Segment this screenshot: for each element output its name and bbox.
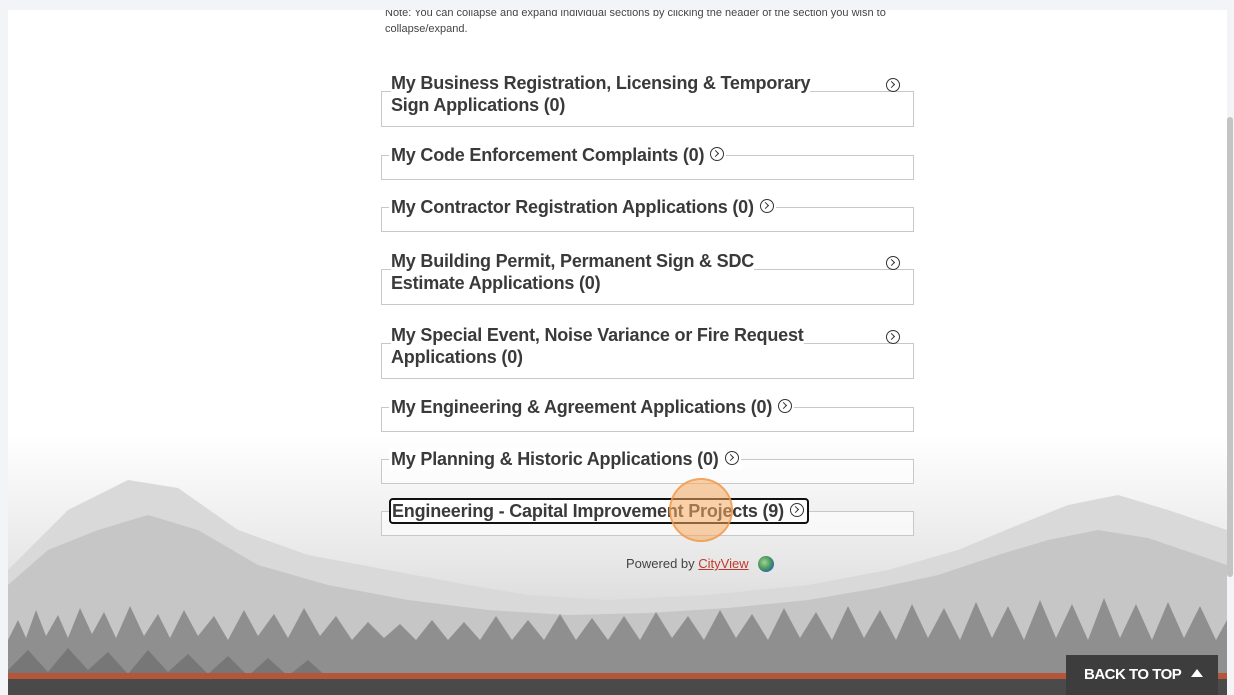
section-building-permit[interactable]: My Building Permit, Permanent Sign & SDC…	[381, 250, 914, 305]
main-content: Note: You can collapse and expand indivi…	[8, 10, 1227, 695]
section-code-enforcement[interactable]: My Code Enforcement Complaints (0)	[381, 144, 914, 180]
section-title: My Planning & Historic Applications (0)	[391, 449, 719, 469]
powered-by-label: Powered by	[626, 556, 695, 571]
section-header[interactable]: My Planning & Historic Applications (0)	[389, 448, 741, 470]
back-to-top-button[interactable]: BACK TO TOP	[1066, 655, 1218, 695]
section-header[interactable]: Engineering - Capital Improvement Projec…	[389, 498, 809, 524]
footer-bar	[8, 673, 1227, 695]
section-planning-historic[interactable]: My Planning & Historic Applications (0)	[381, 448, 914, 484]
back-to-top-label: BACK TO TOP	[1084, 666, 1182, 683]
chevron-circle-icon	[789, 503, 804, 518]
section-title: My Business Registration, Licensing & Te…	[391, 73, 811, 115]
section-title: My Code Enforcement Complaints (0)	[391, 145, 705, 165]
section-contractor-registration[interactable]: My Contractor Registration Applications …	[381, 196, 914, 232]
chevron-circle-icon	[724, 451, 739, 466]
cityview-link[interactable]: CityView	[698, 556, 748, 571]
section-title: My Building Permit, Permanent Sign & SDC…	[391, 251, 755, 293]
section-header[interactable]: My Code Enforcement Complaints (0)	[389, 144, 727, 166]
section-title: My Engineering & Agreement Applications …	[391, 397, 773, 417]
globe-icon	[758, 555, 775, 572]
chevron-circle-icon	[778, 399, 793, 414]
collapse-note: Note: You can collapse and expand indivi…	[385, 10, 886, 35]
section-capital-improvement-projects[interactable]: Engineering - Capital Improvement Projec…	[381, 498, 914, 536]
chevron-circle-icon	[710, 147, 725, 162]
click-indicator	[669, 478, 733, 542]
section-engineering-agreement[interactable]: My Engineering & Agreement Applications …	[381, 396, 914, 432]
powered-by: Powered by CityView	[626, 555, 775, 573]
arrow-up-icon	[1191, 669, 1204, 678]
section-special-event[interactable]: My Special Event, Noise Variance or Fire…	[381, 324, 914, 379]
section-title: My Special Event, Noise Variance or Fire…	[391, 325, 804, 367]
section-header[interactable]: My Special Event, Noise Variance or Fire…	[389, 324, 818, 368]
section-header[interactable]: My Business Registration, Licensing & Te…	[389, 72, 818, 116]
section-header[interactable]: My Engineering & Agreement Applications …	[389, 396, 795, 418]
page: Note: You can collapse and expand indivi…	[8, 10, 1227, 695]
chevron-circle-icon[interactable]	[886, 78, 900, 92]
chevron-circle-icon[interactable]	[886, 256, 900, 270]
scrollbar-thumb[interactable]	[1227, 117, 1233, 577]
section-title: My Contractor Registration Applications …	[391, 197, 754, 217]
section-header[interactable]: My Building Permit, Permanent Sign & SDC…	[389, 250, 818, 294]
chevron-circle-icon	[759, 199, 774, 214]
section-header[interactable]: My Contractor Registration Applications …	[389, 196, 776, 218]
section-business-registration[interactable]: My Business Registration, Licensing & Te…	[381, 72, 914, 127]
chevron-circle-icon[interactable]	[886, 330, 900, 344]
